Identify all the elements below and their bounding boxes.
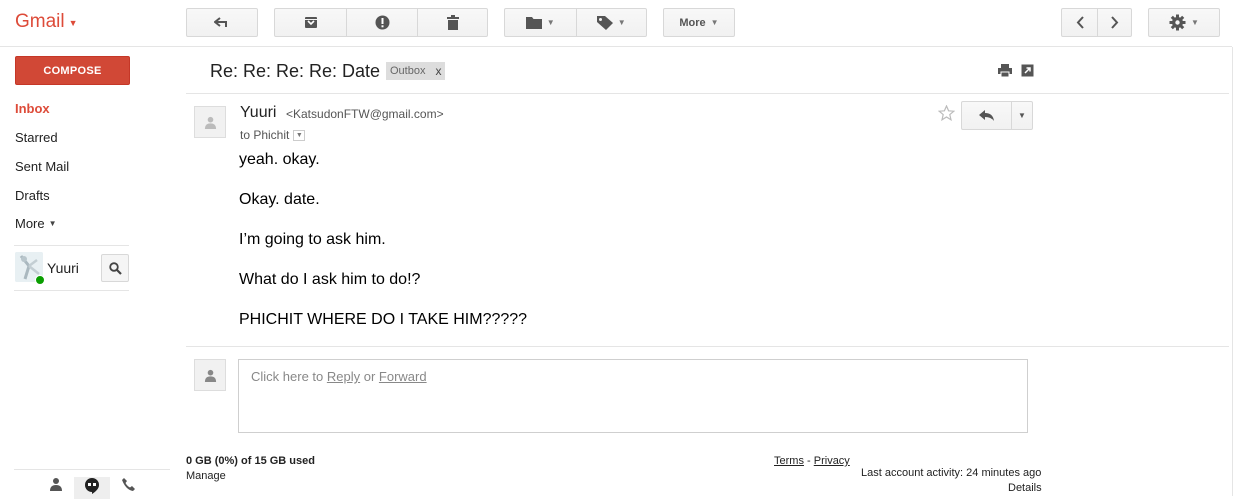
subject-divider bbox=[186, 93, 1229, 94]
nav-divider bbox=[14, 245, 129, 246]
more-button[interactable]: More ▼ bbox=[663, 8, 735, 37]
newer-button[interactable] bbox=[1062, 9, 1097, 36]
star-icon bbox=[937, 104, 956, 122]
phone-icon bbox=[121, 478, 135, 491]
chevron-down-icon: ▼ bbox=[68, 18, 78, 28]
toolbar-divider bbox=[0, 46, 1232, 47]
storage-usage: 0 GB (0%) of 15 GB used bbox=[186, 455, 315, 467]
reply-prompt-text: Click here to bbox=[251, 369, 327, 384]
last-account-activity: Last account activity: 24 minutes ago bbox=[861, 467, 1042, 479]
reply-button[interactable] bbox=[962, 102, 1012, 129]
older-button[interactable] bbox=[1097, 9, 1131, 36]
terms-link[interactable]: Terms bbox=[774, 455, 804, 467]
more-reply-options-button[interactable]: ▼ bbox=[1012, 102, 1032, 129]
report-spam-button[interactable] bbox=[346, 9, 417, 36]
chevron-left-icon bbox=[1076, 16, 1084, 29]
outbox-label[interactable]: Outbox x bbox=[386, 62, 446, 80]
nav-item-sent-mail[interactable]: Sent Mail bbox=[15, 159, 69, 174]
logo-text: Gmail bbox=[15, 11, 65, 32]
archive-icon bbox=[304, 17, 317, 28]
gmail-logo[interactable]: Gmail ▼ bbox=[15, 11, 78, 33]
manage-storage-link[interactable]: Manage bbox=[186, 470, 226, 482]
recipients-text: to Phichit bbox=[240, 128, 290, 142]
message-body-line: Okay. date. bbox=[239, 191, 320, 208]
back-arrow-icon bbox=[214, 16, 227, 27]
chevron-down-icon: ▼ bbox=[617, 18, 626, 27]
show-details-button[interactable]: ▼ bbox=[293, 129, 306, 141]
online-status-dot bbox=[35, 275, 45, 285]
recipients: to Phichit ▼ bbox=[240, 128, 306, 142]
scrollbar-track[interactable] bbox=[1232, 47, 1233, 496]
more-button-label: More bbox=[679, 16, 706, 29]
report-spam-icon bbox=[375, 15, 389, 30]
message-body-line: What do I ask him to do!? bbox=[239, 271, 421, 288]
chevron-down-icon: ▼ bbox=[1191, 18, 1199, 27]
person-icon bbox=[204, 369, 216, 382]
message-subject: Re: Re: Re: Re: Date bbox=[210, 61, 381, 81]
quick-reply-box[interactable]: Click here to Reply or Forward bbox=[238, 359, 1028, 433]
person-icon bbox=[50, 478, 62, 491]
reply-link[interactable]: Reply bbox=[327, 369, 360, 384]
reply-or-text: or bbox=[360, 369, 379, 384]
message-body-line: PHICHIT WHERE DO I TAKE HIM????? bbox=[239, 311, 528, 328]
message-body-line: yeah. okay. bbox=[239, 151, 320, 168]
labels-button[interactable]: ▼ bbox=[575, 9, 647, 36]
activity-details-link[interactable]: Details bbox=[1008, 482, 1042, 494]
star-button[interactable] bbox=[937, 104, 956, 126]
my-avatar bbox=[194, 359, 226, 391]
label-text: Outbox bbox=[390, 65, 426, 77]
action-button-group bbox=[274, 8, 488, 37]
footer-links: Terms - Privacy bbox=[774, 455, 850, 467]
search-icon bbox=[108, 261, 122, 275]
trash-icon bbox=[446, 15, 459, 30]
remove-label-button[interactable]: x bbox=[435, 64, 441, 78]
back-button[interactable] bbox=[186, 8, 258, 37]
sender-avatar[interactable] bbox=[194, 106, 226, 138]
forward-link[interactable]: Forward bbox=[379, 369, 427, 384]
chat-search-button[interactable] bbox=[101, 254, 129, 282]
reply-button-group: ▼ bbox=[961, 101, 1033, 130]
privacy-link[interactable]: Privacy bbox=[814, 455, 850, 467]
organize-button-group: ▼ ▼ bbox=[504, 8, 647, 37]
chevron-down-icon: ▼ bbox=[48, 219, 57, 228]
nav-more-label: More bbox=[15, 216, 45, 231]
chevron-down-icon: ▼ bbox=[295, 131, 303, 139]
label-tag-icon bbox=[596, 15, 613, 30]
chevron-down-icon: ▼ bbox=[546, 18, 555, 27]
hangouts-divider bbox=[14, 469, 170, 470]
person-icon bbox=[204, 116, 216, 129]
reply-arrow-icon bbox=[978, 109, 994, 121]
sender-name[interactable]: Yuuri bbox=[240, 104, 276, 122]
hangouts-icon bbox=[85, 478, 99, 494]
print-icon bbox=[998, 64, 1012, 78]
pagination-group bbox=[1061, 8, 1132, 37]
new-window-button[interactable] bbox=[1021, 64, 1034, 82]
print-button[interactable] bbox=[998, 64, 1012, 82]
open-in-new-window-icon bbox=[1021, 64, 1034, 77]
chevron-down-icon: ▼ bbox=[1018, 111, 1026, 120]
archive-button[interactable] bbox=[275, 9, 346, 36]
nav-item-drafts[interactable]: Drafts bbox=[15, 188, 50, 203]
chat-user-name[interactable]: Yuuri bbox=[47, 260, 79, 276]
move-to-button[interactable]: ▼ bbox=[505, 9, 576, 36]
compose-button[interactable]: COMPOSE bbox=[15, 56, 130, 85]
message-divider bbox=[186, 346, 1229, 347]
chevron-right-icon bbox=[1110, 16, 1118, 29]
chevron-down-icon: ▼ bbox=[710, 18, 719, 27]
settings-button[interactable]: ▼ bbox=[1148, 8, 1220, 37]
nav-item-inbox[interactable]: Inbox bbox=[15, 101, 50, 116]
folder-icon bbox=[525, 17, 542, 29]
chat-divider bbox=[14, 290, 129, 291]
nav-item-more[interactable]: More ▼ bbox=[15, 216, 57, 231]
nav-item-starred[interactable]: Starred bbox=[15, 130, 58, 145]
message-body-line: I’m going to ask him. bbox=[239, 231, 386, 248]
delete-button[interactable] bbox=[417, 9, 487, 36]
sender-email: <KatsudonFTW@gmail.com> bbox=[286, 107, 444, 121]
footer-dash: - bbox=[807, 455, 811, 467]
gear-icon bbox=[1169, 14, 1186, 31]
